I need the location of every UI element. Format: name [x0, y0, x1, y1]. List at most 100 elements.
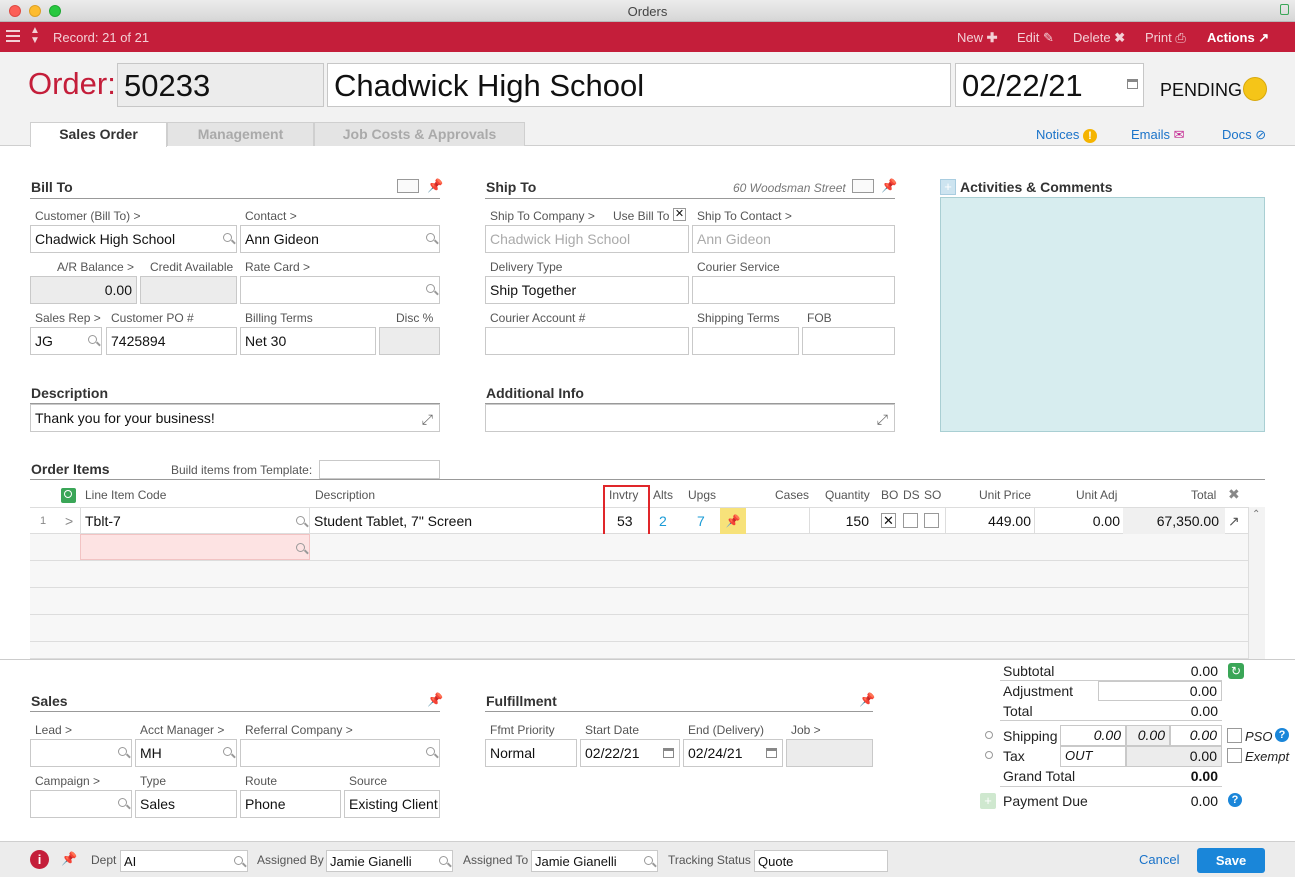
lead-field[interactable]: [30, 739, 132, 767]
docs-link[interactable]: Docs ⊘: [1222, 127, 1266, 143]
actions-button[interactable]: Actions ↗: [1207, 30, 1269, 46]
search-icon[interactable]: [985, 731, 993, 739]
new-button[interactable]: New ✚: [957, 30, 998, 46]
table-row[interactable]: [30, 642, 1248, 659]
ds-checkbox[interactable]: [903, 513, 918, 528]
pin-icon[interactable]: 📌: [881, 178, 897, 194]
scroll-up-icon[interactable]: ⌃: [1252, 509, 1260, 520]
cancel-button[interactable]: Cancel: [1139, 852, 1179, 867]
edit-button[interactable]: Edit ✎: [1017, 30, 1054, 46]
unit-adj-cell[interactable]: 0.00: [1034, 508, 1120, 534]
add-payment-icon[interactable]: +: [980, 793, 996, 809]
search-icon[interactable]: [644, 856, 653, 865]
open-item-icon[interactable]: ↗: [1228, 508, 1240, 534]
ship-contact-label[interactable]: Ship To Contact >: [697, 209, 792, 223]
template-field[interactable]: [319, 460, 440, 479]
courier-service-field[interactable]: [692, 276, 895, 304]
sales-rep-label[interactable]: Sales Rep >: [35, 311, 101, 325]
tab-job-costs-approvals[interactable]: Job Costs & Approvals: [314, 122, 525, 146]
calendar-icon[interactable]: [663, 748, 674, 758]
col-total[interactable]: Total: [1191, 488, 1216, 502]
address-card-icon[interactable]: [397, 179, 419, 193]
col-alts[interactable]: Alts: [653, 488, 673, 502]
add-activity-icon[interactable]: +: [940, 179, 956, 195]
referral-label[interactable]: Referral Company >: [245, 723, 353, 737]
billing-terms-field[interactable]: Net 30: [240, 327, 376, 355]
referral-field[interactable]: [240, 739, 440, 767]
col-cases[interactable]: Cases: [775, 488, 809, 502]
bill-customer-field[interactable]: Chadwick High School: [30, 225, 237, 253]
expand-icon[interactable]: ⤢: [422, 411, 433, 428]
acct-manager-field[interactable]: MH: [135, 739, 237, 767]
rate-card-field[interactable]: [240, 276, 440, 304]
search-icon[interactable]: [426, 233, 435, 242]
col-bo[interactable]: BO: [881, 488, 898, 502]
campaign-field[interactable]: [30, 790, 132, 818]
pin-icon[interactable]: 📌: [859, 692, 875, 708]
order-number-field[interactable]: 50233: [117, 63, 324, 107]
notices-link[interactable]: Notices !: [1036, 127, 1097, 143]
search-icon[interactable]: [985, 751, 993, 759]
quantity-cell[interactable]: 150: [809, 508, 871, 534]
additional-info-field[interactable]: ⤢: [485, 404, 895, 432]
search-icon[interactable]: [234, 856, 243, 865]
search-icon[interactable]: [439, 856, 448, 865]
start-date-field[interactable]: 02/22/21: [580, 739, 680, 767]
search-icon[interactable]: [118, 798, 127, 807]
calendar-icon[interactable]: [766, 748, 777, 758]
shipping-cost-field[interactable]: 0.00: [1060, 725, 1126, 746]
col-unit-adj[interactable]: Unit Adj: [1076, 488, 1117, 502]
description-field[interactable]: Thank you for your business! ⤢: [30, 404, 440, 432]
table-row[interactable]: [30, 561, 1248, 588]
search-icon[interactable]: [223, 747, 232, 756]
save-button[interactable]: Save: [1197, 848, 1265, 873]
pin-icon[interactable]: 📌: [61, 851, 77, 867]
pso-checkbox[interactable]: [1227, 728, 1242, 743]
record-nav-arrows-icon[interactable]: ▲ ▼: [30, 26, 40, 46]
ship-contact-field[interactable]: Ann Gideon: [692, 225, 895, 253]
courier-account-field[interactable]: [485, 327, 689, 355]
help-icon[interactable]: ?: [1275, 728, 1289, 742]
assigned-to-field[interactable]: Jamie Gianelli: [531, 850, 658, 872]
sales-rep-field[interactable]: JG: [30, 327, 102, 355]
item-search-icon[interactable]: [61, 488, 76, 503]
lead-label[interactable]: Lead >: [35, 723, 72, 737]
order-date-field[interactable]: 02/22/21: [955, 63, 1144, 107]
code-cell[interactable]: Tblt-7: [80, 508, 310, 534]
menu-icon[interactable]: [6, 30, 20, 42]
exempt-checkbox[interactable]: [1227, 748, 1242, 763]
pin-icon[interactable]: 📌: [720, 508, 746, 534]
search-icon[interactable]: [296, 543, 305, 552]
search-icon[interactable]: [296, 516, 305, 525]
col-so[interactable]: SO: [924, 488, 941, 502]
search-icon[interactable]: [118, 747, 127, 756]
contact-label[interactable]: Contact >: [245, 209, 297, 223]
search-icon[interactable]: [426, 747, 435, 756]
rate-card-label[interactable]: Rate Card >: [245, 260, 310, 274]
tax-code-field[interactable]: OUT: [1060, 746, 1126, 767]
adjustment-field[interactable]: 0.00: [1098, 681, 1222, 701]
end-date-field[interactable]: 02/24/21: [683, 739, 783, 767]
search-icon[interactable]: [426, 284, 435, 293]
grid-scrollbar[interactable]: ⌃: [1248, 507, 1265, 659]
col-description[interactable]: Description: [315, 488, 375, 502]
so-checkbox[interactable]: [924, 513, 939, 528]
route-field[interactable]: Phone: [240, 790, 341, 818]
clear-items-icon[interactable]: ✖: [1228, 486, 1240, 503]
col-upgs[interactable]: Upgs: [688, 488, 716, 502]
customer-po-field[interactable]: 7425894: [106, 327, 237, 355]
table-row[interactable]: [30, 588, 1248, 615]
alts-link[interactable]: 2: [659, 508, 667, 534]
job-label[interactable]: Job >: [791, 723, 821, 737]
tab-sales-order[interactable]: Sales Order: [30, 122, 167, 147]
recalculate-icon[interactable]: ↻: [1228, 663, 1244, 679]
ar-balance-label[interactable]: A/R Balance >: [57, 260, 134, 274]
campaign-label[interactable]: Campaign >: [35, 774, 100, 788]
assigned-by-field[interactable]: Jamie Gianelli: [326, 850, 453, 872]
priority-field[interactable]: Normal: [485, 739, 577, 767]
customer-label[interactable]: Customer (Bill To) >: [35, 209, 140, 223]
search-icon[interactable]: [88, 335, 97, 344]
address-card-icon[interactable]: [852, 179, 874, 193]
emails-link[interactable]: Emails ✉: [1131, 127, 1185, 143]
col-ds[interactable]: DS: [903, 488, 920, 502]
